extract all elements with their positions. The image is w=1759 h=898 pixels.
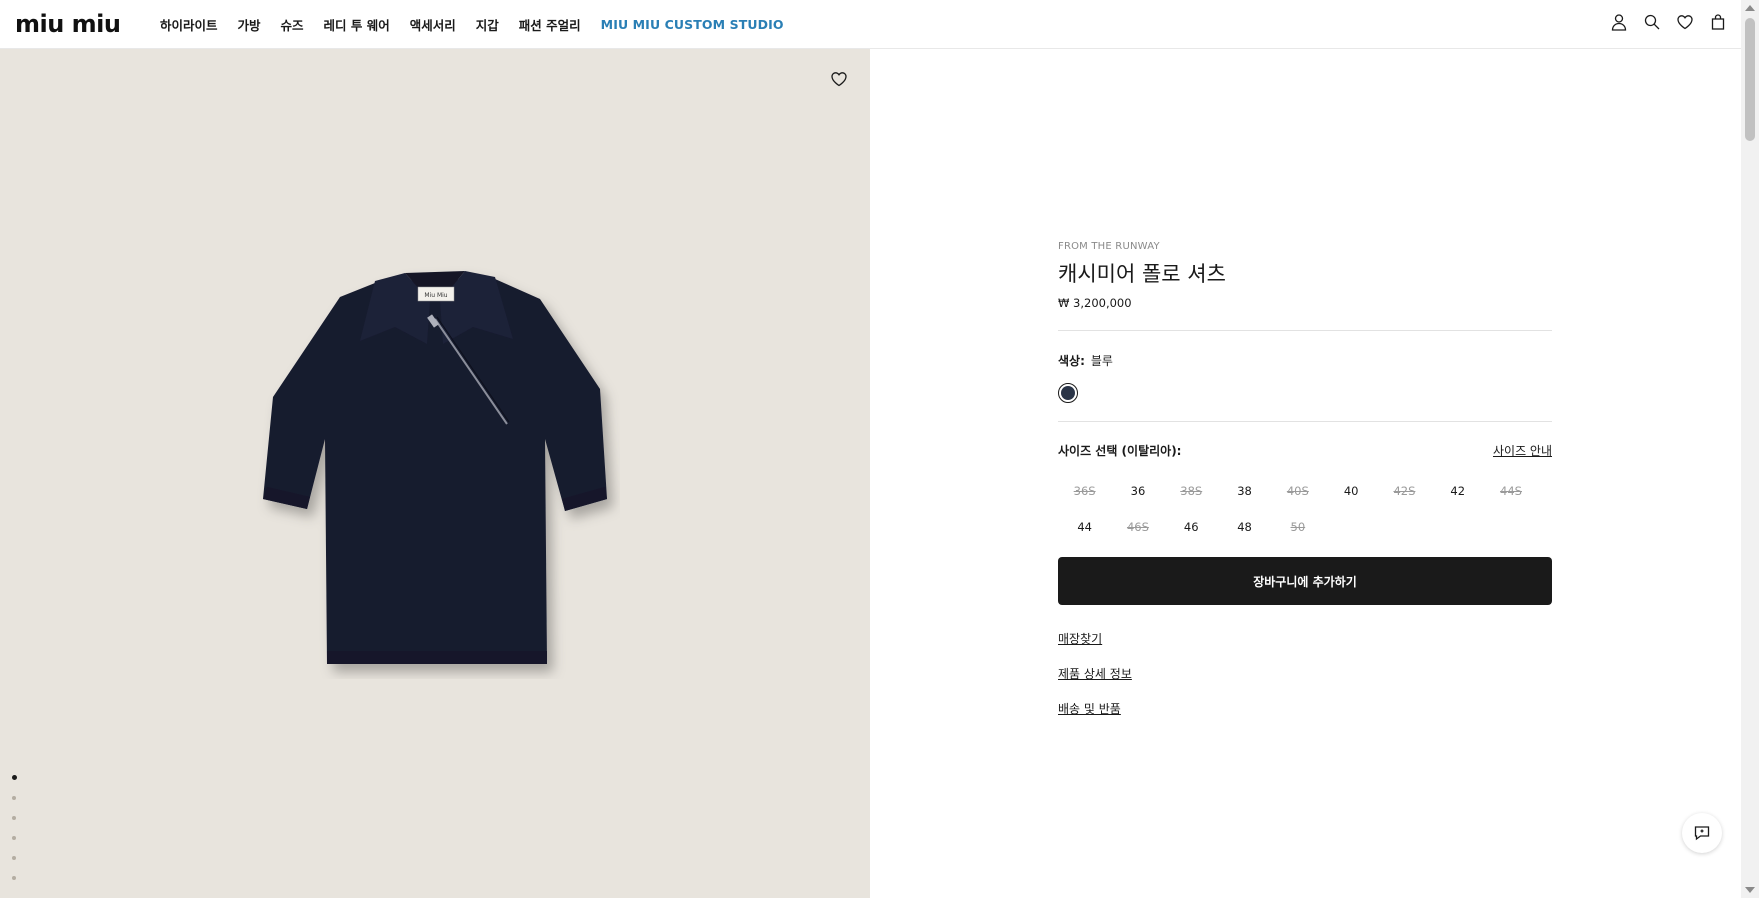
product-eyebrow: FROM THE RUNWAY	[1058, 241, 1160, 252]
size-label: 사이즈 선택 (이탈리아):	[1058, 444, 1182, 458]
scrollbar[interactable]	[1741, 0, 1759, 898]
scroll-thumb[interactable]	[1745, 18, 1755, 141]
color-row: 색상: 블루	[1058, 352, 1552, 369]
divider	[1058, 421, 1552, 422]
gallery-dot[interactable]	[12, 876, 16, 880]
divider	[1058, 330, 1552, 331]
search-icon[interactable]	[1643, 13, 1661, 31]
size-option-48[interactable]: 48	[1218, 509, 1271, 545]
size-option-42[interactable]: 42	[1431, 473, 1484, 509]
color-swatch-blue[interactable]	[1058, 383, 1078, 403]
size-option-46[interactable]: 46	[1165, 509, 1218, 545]
miu-miu-logo[interactable]: miu miu	[15, 13, 140, 35]
size-option-42s[interactable]: 42S	[1378, 473, 1431, 509]
size-options: 36S 36 38S 38 40S 40 42S 42 44S 44 46S 46 48 50	[1058, 473, 1552, 545]
shipping-returns-link[interactable]: 배송 및 반품	[1058, 700, 1552, 717]
nav-item-fashion-jewelry[interactable]: 패션 주얼리	[519, 15, 581, 34]
product-links: 매장찾기 제품 상세 정보 배송 및 반품	[1058, 630, 1552, 717]
product-price: ₩ 3,200,000	[1058, 296, 1132, 310]
user-icon[interactable]	[1610, 13, 1628, 31]
product-title: 캐시미어 폴로 셔츠	[1058, 262, 1226, 286]
color-value: 블루	[1090, 354, 1113, 368]
nav-item-custom-studio[interactable]: MIU MIU CUSTOM STUDIO	[601, 17, 784, 32]
size-header: 사이즈 선택 (이탈리아): 사이즈 안내	[1058, 442, 1552, 459]
heart-icon[interactable]	[1676, 13, 1694, 31]
size-guide-link[interactable]: 사이즈 안내	[1493, 442, 1552, 459]
size-option-36s[interactable]: 36S	[1058, 473, 1111, 509]
bag-icon[interactable]	[1709, 13, 1727, 31]
gallery-pagination	[12, 775, 17, 896]
scroll-down-icon[interactable]	[1745, 887, 1755, 893]
nav-item-bags[interactable]: 가방	[238, 15, 261, 34]
add-to-cart-button[interactable]: 장바구니에 추가하기	[1058, 557, 1552, 605]
size-option-50[interactable]: 50	[1271, 509, 1324, 545]
nav-item-ready-to-wear[interactable]: 레디 투 웨어	[324, 15, 390, 34]
product-gallery[interactable]: Miu Miu	[0, 49, 870, 898]
color-label: 색상:	[1058, 354, 1085, 368]
size-option-38[interactable]: 38	[1218, 473, 1271, 509]
nav-item-highlights[interactable]: 하이라이트	[160, 15, 218, 34]
size-option-36[interactable]: 36	[1111, 473, 1164, 509]
size-option-38s[interactable]: 38S	[1165, 473, 1218, 509]
nav-item-wallets[interactable]: 지갑	[476, 15, 499, 34]
gallery-dot[interactable]	[12, 836, 16, 840]
size-option-40s[interactable]: 40S	[1271, 473, 1324, 509]
gallery-dot[interactable]	[12, 856, 16, 860]
nav-item-shoes[interactable]: 슈즈	[281, 15, 304, 34]
swatch-fill	[1061, 386, 1075, 400]
size-option-46s[interactable]: 46S	[1111, 509, 1164, 545]
gallery-dot[interactable]	[12, 775, 17, 780]
header-icons	[1610, 13, 1727, 31]
main-nav: 하이라이트 가방 슈즈 레디 투 웨어 액세서리 지갑 패션 주얼리 MIU M…	[160, 0, 804, 49]
svg-text:miu miu: miu miu	[15, 13, 121, 35]
wishlist-heart-icon[interactable]	[830, 70, 848, 88]
find-store-link[interactable]: 매장찾기	[1058, 630, 1552, 647]
product-details-link[interactable]: 제품 상세 정보	[1058, 665, 1552, 682]
top-header: miu miu 하이라이트 가방 슈즈 레디 투 웨어 액세서리 지갑 패션 주…	[0, 0, 1741, 49]
scroll-up-icon[interactable]	[1745, 5, 1755, 11]
size-option-44s[interactable]: 44S	[1484, 473, 1537, 509]
size-option-44[interactable]: 44	[1058, 509, 1111, 545]
gallery-dot[interactable]	[12, 816, 16, 820]
chat-button[interactable]	[1682, 813, 1722, 853]
chat-icon	[1694, 826, 1710, 841]
gallery-dot[interactable]	[12, 796, 16, 800]
product-image: Miu Miu	[263, 271, 607, 664]
nav-item-accessories[interactable]: 액세서리	[410, 15, 456, 34]
svg-text:Miu Miu: Miu Miu	[424, 292, 447, 299]
size-option-40[interactable]: 40	[1324, 473, 1377, 509]
product-info: FROM THE RUNWAY 캐시미어 폴로 셔츠 ₩ 3,200,000 색…	[1058, 241, 1552, 735]
